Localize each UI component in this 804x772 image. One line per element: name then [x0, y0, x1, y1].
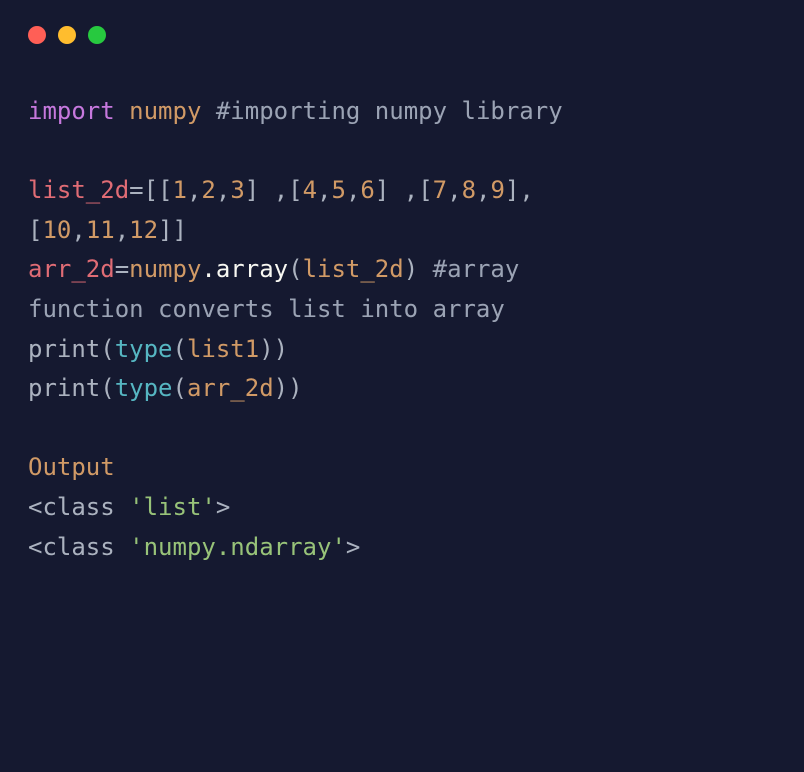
keyword-import: import	[28, 97, 115, 125]
comma: ,	[71, 216, 85, 244]
comma: ,	[216, 176, 230, 204]
comment: #array	[433, 255, 534, 283]
output-type-str: 'list'	[129, 493, 216, 521]
output-class: class	[42, 493, 114, 521]
arg-arr-2d: arr_2d	[187, 374, 274, 402]
space	[115, 97, 129, 125]
number: 1	[173, 176, 187, 204]
variable-arr-2d: arr_2d	[28, 255, 115, 283]
space	[259, 176, 273, 204]
number: 5	[332, 176, 346, 204]
minimize-icon[interactable]	[58, 26, 76, 44]
close-icon[interactable]	[28, 26, 46, 44]
arg-list-2d: list_2d	[303, 255, 404, 283]
bracket: (	[100, 374, 114, 402]
comment: function converts list into array	[28, 295, 505, 323]
output-line: <	[28, 493, 42, 521]
number: 4	[303, 176, 317, 204]
bracket: [[	[144, 176, 173, 204]
variable-list-2d: list_2d	[28, 176, 129, 204]
bracket: ]	[375, 176, 389, 204]
module-numpy: numpy	[129, 97, 201, 125]
operator-eq: =	[129, 176, 143, 204]
comment: #importing numpy library	[216, 97, 563, 125]
comma: ,	[115, 216, 129, 244]
space	[115, 533, 129, 561]
bracket: [	[28, 216, 42, 244]
space	[418, 255, 432, 283]
bracket: ]	[505, 176, 519, 204]
comma: ,	[404, 176, 418, 204]
bracket: (	[173, 335, 187, 363]
builtin-type: type	[115, 335, 173, 363]
bracket: [	[418, 176, 432, 204]
bracket: (	[173, 374, 187, 402]
comma: ,	[447, 176, 461, 204]
bracket: ]]	[158, 216, 187, 244]
bracket: [	[288, 176, 302, 204]
number: 10	[42, 216, 71, 244]
space	[389, 176, 403, 204]
output-line: <	[28, 533, 42, 561]
space	[201, 97, 215, 125]
comma: ,	[519, 176, 533, 204]
bracket: ]	[245, 176, 259, 204]
number: 11	[86, 216, 115, 244]
number: 6	[360, 176, 374, 204]
number: 7	[433, 176, 447, 204]
module-numpy: numpy	[129, 255, 201, 283]
bracket: )	[404, 255, 418, 283]
number: 3	[230, 176, 244, 204]
output-class: class	[42, 533, 114, 561]
bracket: ))	[259, 335, 288, 363]
number: 2	[201, 176, 215, 204]
number: 8	[462, 176, 476, 204]
code-block: import numpy #importing numpy library li…	[0, 44, 804, 595]
func-print: print	[28, 374, 100, 402]
comma: ,	[476, 176, 490, 204]
bracket: ))	[274, 374, 303, 402]
output-close: >	[216, 493, 230, 521]
output-type-str: 'numpy.ndarray'	[129, 533, 346, 561]
space	[115, 493, 129, 521]
bracket: (	[100, 335, 114, 363]
number: 12	[129, 216, 158, 244]
bracket: (	[288, 255, 302, 283]
window-controls	[0, 0, 804, 44]
comma: ,	[274, 176, 288, 204]
operator-eq: =	[115, 255, 129, 283]
comma: ,	[187, 176, 201, 204]
arg-list1: list1	[187, 335, 259, 363]
output-label: Output	[28, 453, 115, 481]
builtin-type: type	[115, 374, 173, 402]
func-print: print	[28, 335, 100, 363]
dot: .	[201, 255, 215, 283]
maximize-icon[interactable]	[88, 26, 106, 44]
comma: ,	[317, 176, 331, 204]
number: 9	[490, 176, 504, 204]
comma: ,	[346, 176, 360, 204]
func-array: array	[216, 255, 288, 283]
output-close: >	[346, 533, 360, 561]
